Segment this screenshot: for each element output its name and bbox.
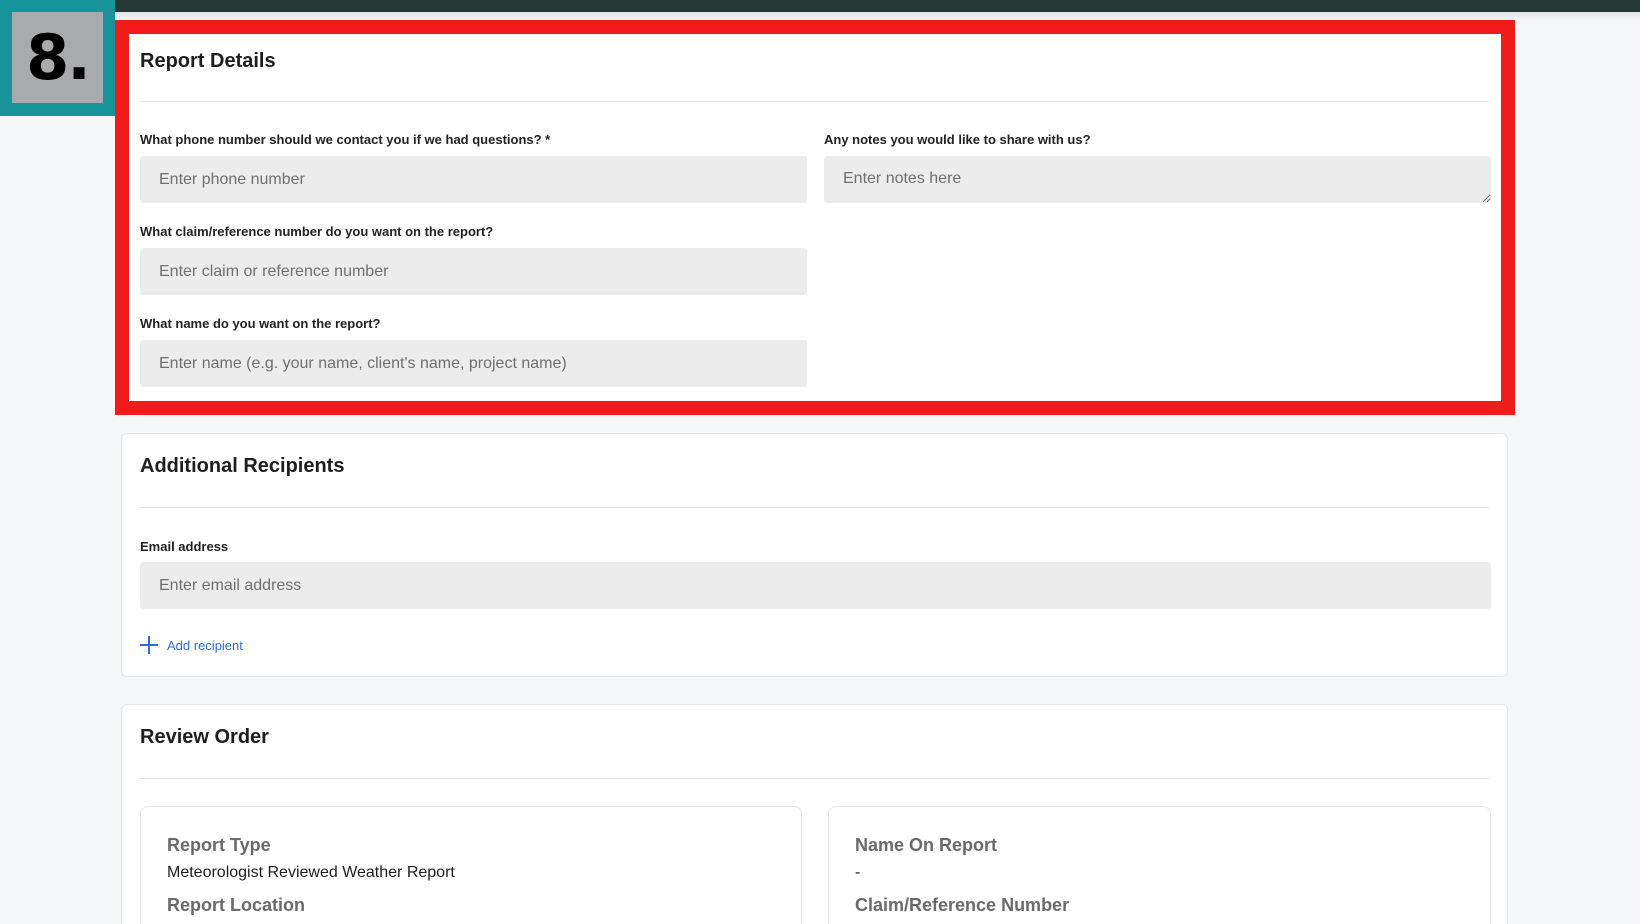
notes-label: Any notes you would like to share with u… [824,132,1091,147]
report-details-card: Report Details What phone number should … [121,26,1508,404]
additional-recipients-card: Additional Recipients Email address Add … [121,433,1508,677]
claim-label: What claim/reference number do you want … [140,224,494,239]
review-order-divider [140,778,1489,779]
additional-recipients-title: Additional Recipients [140,455,345,477]
name-input[interactable] [140,340,807,387]
review-left-panel: Report Type Meteorologist Reviewed Weath… [140,806,802,924]
report-details-title: Report Details [140,50,276,72]
top-bar [0,0,1640,12]
add-recipient-button[interactable]: Add recipient [140,636,243,654]
email-input[interactable] [140,562,1491,609]
add-recipient-label: Add recipient [167,637,243,653]
email-label: Email address [140,539,229,554]
notes-textarea[interactable] [824,156,1491,203]
report-details-divider [140,101,1489,102]
name-on-report-value: - [855,864,861,881]
phone-label: What phone number should we contact you … [140,132,551,147]
top-bar-shadow [0,12,1640,20]
step-number: 8. [12,12,103,103]
report-type-value: Meteorologist Reviewed Weather Report [167,864,455,881]
phone-input[interactable] [140,156,807,203]
claim-reference-label: Claim/Reference Number [855,895,1070,915]
name-label: What name do you want on the report? [140,316,381,331]
review-order-card: Review Order Report Type Meteorologist R… [121,704,1508,924]
review-right-panel: Name On Report - Claim/Reference Number [828,806,1491,924]
report-location-label: Report Location [167,895,305,915]
claim-input[interactable] [140,248,807,295]
step-badge: 8. [0,0,115,116]
additional-recipients-divider [140,507,1489,508]
plus-icon [140,636,158,654]
review-order-title: Review Order [140,726,269,748]
name-on-report-label: Name On Report [855,835,998,855]
report-type-label: Report Type [167,835,271,855]
